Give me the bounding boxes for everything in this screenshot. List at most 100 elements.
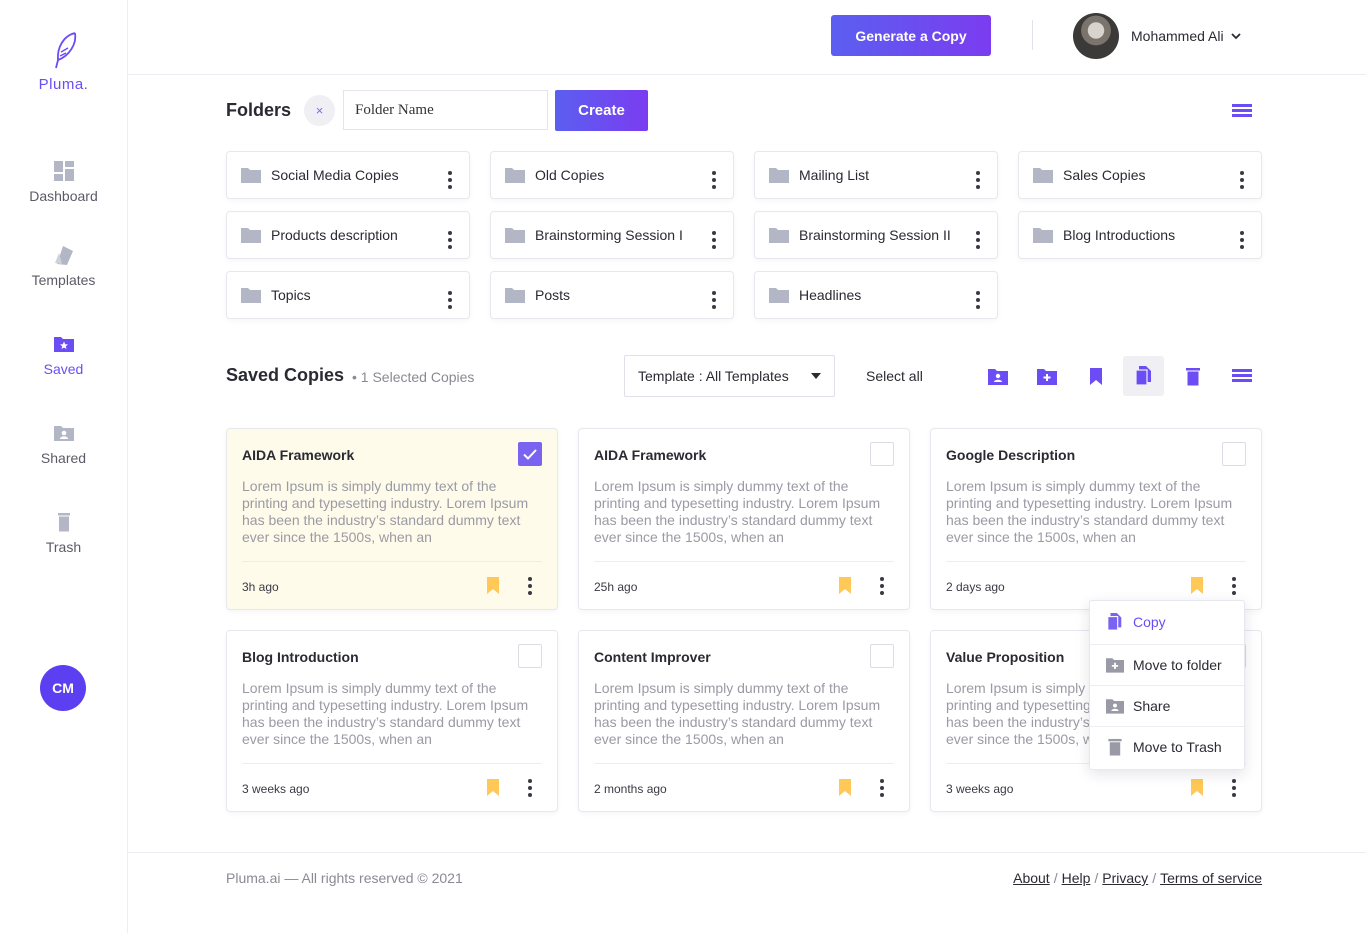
- copy-body: Lorem Ipsum is simply dummy text of the …: [242, 478, 529, 545]
- trash-icon: [1108, 738, 1122, 756]
- folder-card[interactable]: Topics: [226, 271, 470, 319]
- bookmark-icon: [1089, 367, 1102, 385]
- folder-card[interactable]: Blog Introductions: [1018, 211, 1262, 259]
- clear-folder-input-button[interactable]: ×: [304, 95, 335, 126]
- folder-name: Posts: [535, 287, 571, 303]
- footer-link-about[interactable]: About: [1013, 870, 1050, 886]
- copy-body: Lorem Ipsum is simply dummy text of the …: [594, 680, 881, 747]
- folder-card[interactable]: Brainstorming Session I: [490, 211, 734, 259]
- folder-icon: [505, 228, 525, 243]
- folder-name: Social Media Copies: [271, 167, 399, 183]
- copy-checkbox[interactable]: [870, 644, 894, 668]
- menu-item-move-to-folder[interactable]: Move to folder: [1090, 644, 1244, 685]
- folder-name-input[interactable]: [343, 90, 548, 130]
- generate-copy-button[interactable]: Generate a Copy: [831, 15, 991, 56]
- user-menu[interactable]: Mohammed Ali: [1073, 13, 1242, 59]
- create-folder-button[interactable]: Create: [555, 90, 648, 131]
- copy-card[interactable]: AIDA Framework Lorem Ipsum is simply dum…: [226, 428, 558, 610]
- folder-card[interactable]: Social Media Copies: [226, 151, 470, 199]
- more-options-icon[interactable]: [971, 290, 985, 309]
- folders-title: Folders: [226, 100, 292, 120]
- folder-card[interactable]: Headlines: [754, 271, 998, 319]
- sidebar-item-trash[interactable]: Trash: [0, 511, 127, 557]
- folder-card[interactable]: Old Copies: [490, 151, 734, 199]
- user-initials-avatar[interactable]: CM: [40, 665, 86, 711]
- bookmark-icon[interactable]: [838, 779, 852, 796]
- folder-card[interactable]: Posts: [490, 271, 734, 319]
- brand-logo[interactable]: Pluma.: [0, 30, 127, 93]
- bookmark-icon[interactable]: [486, 577, 500, 594]
- folder-icon: [769, 288, 789, 303]
- folder-card[interactable]: Mailing List: [754, 151, 998, 199]
- more-options-icon[interactable]: [707, 170, 721, 189]
- sidebar-item-shared[interactable]: Shared: [0, 422, 127, 468]
- folder-card[interactable]: Sales Copies: [1018, 151, 1262, 199]
- divider: [946, 561, 1246, 562]
- copy-checkbox[interactable]: [1222, 442, 1246, 466]
- more-options-icon[interactable]: [1227, 577, 1241, 595]
- more-options-icon[interactable]: [523, 779, 537, 797]
- folder-name: Headlines: [799, 287, 862, 303]
- folder-card[interactable]: Brainstorming Session II: [754, 211, 998, 259]
- copy-checkbox[interactable]: [518, 442, 542, 466]
- share-folder-button[interactable]: [977, 356, 1018, 396]
- more-options-icon[interactable]: [523, 577, 537, 595]
- more-options-icon[interactable]: [1235, 170, 1249, 189]
- more-options-icon[interactable]: [707, 230, 721, 249]
- more-options-icon[interactable]: [971, 170, 985, 189]
- footer-link-terms[interactable]: Terms of service: [1160, 870, 1262, 886]
- copy-card[interactable]: Content Improver Lorem Ipsum is simply d…: [578, 630, 910, 812]
- copy-card[interactable]: AIDA Framework Lorem Ipsum is simply dum…: [578, 428, 910, 610]
- folder-icon: [241, 228, 261, 243]
- template-filter-value: Template : All Templates: [638, 368, 789, 384]
- copy-title: Blog Introduction: [242, 649, 359, 665]
- more-options-icon[interactable]: [875, 577, 889, 595]
- divider: [594, 561, 894, 562]
- copy-checkbox[interactable]: [870, 442, 894, 466]
- trash-button[interactable]: [1172, 356, 1213, 396]
- more-options-icon[interactable]: [971, 230, 985, 249]
- bookmark-icon[interactable]: [1190, 779, 1204, 796]
- add-to-folder-button[interactable]: [1026, 356, 1067, 396]
- footer-link-privacy[interactable]: Privacy: [1102, 870, 1148, 886]
- folder-card[interactable]: Products description: [226, 211, 470, 259]
- more-options-icon[interactable]: [1227, 779, 1241, 797]
- footer-link-help[interactable]: Help: [1062, 870, 1091, 886]
- menu-item-move-to-trash[interactable]: Move to Trash: [1090, 726, 1244, 767]
- copy-timestamp: 2 months ago: [594, 782, 667, 796]
- bookmark-icon[interactable]: [486, 779, 500, 796]
- copy-card[interactable]: Blog Introduction Lorem Ipsum is simply …: [226, 630, 558, 812]
- more-options-icon[interactable]: [443, 230, 457, 249]
- top-bar: Generate a Copy Mohammed Ali: [128, 0, 1366, 75]
- more-options-icon[interactable]: [443, 170, 457, 189]
- sidebar-item-dashboard[interactable]: Dashboard: [0, 160, 127, 206]
- saved-copies-title: Saved Copies: [226, 365, 345, 385]
- more-options-icon[interactable]: [1235, 230, 1249, 249]
- copy-button[interactable]: [1123, 356, 1164, 396]
- copy-card[interactable]: Google Description Lorem Ipsum is simply…: [930, 428, 1262, 610]
- more-options-icon[interactable]: [443, 290, 457, 309]
- bookmark-icon[interactable]: [1190, 577, 1204, 594]
- copy-title: AIDA Framework: [242, 447, 355, 463]
- divider: [594, 763, 894, 764]
- template-filter-select[interactable]: Template : All Templates: [624, 355, 835, 397]
- folder-icon: [241, 288, 261, 303]
- sidebar-item-label: Trash: [45, 539, 82, 555]
- more-options-icon[interactable]: [707, 290, 721, 309]
- share-folder-icon: [987, 368, 1008, 385]
- feather-logo-icon: [54, 32, 76, 69]
- folder-icon: [769, 168, 789, 183]
- menu-item-share[interactable]: Share: [1090, 685, 1244, 726]
- more-options-icon[interactable]: [875, 779, 889, 797]
- sidebar-item-templates[interactable]: Templates: [0, 244, 127, 290]
- copy-checkbox[interactable]: [518, 644, 542, 668]
- list-view-icon[interactable]: [1232, 104, 1252, 118]
- bookmark-button[interactable]: [1075, 356, 1116, 396]
- menu-item-copy[interactable]: Copy: [1090, 601, 1244, 642]
- list-view-icon[interactable]: [1232, 369, 1252, 383]
- select-all-button[interactable]: Select all: [866, 368, 923, 384]
- separator: /: [1094, 870, 1099, 886]
- sidebar-item-saved[interactable]: Saved: [0, 333, 127, 379]
- copy-icon: [1107, 612, 1122, 631]
- bookmark-icon[interactable]: [838, 577, 852, 594]
